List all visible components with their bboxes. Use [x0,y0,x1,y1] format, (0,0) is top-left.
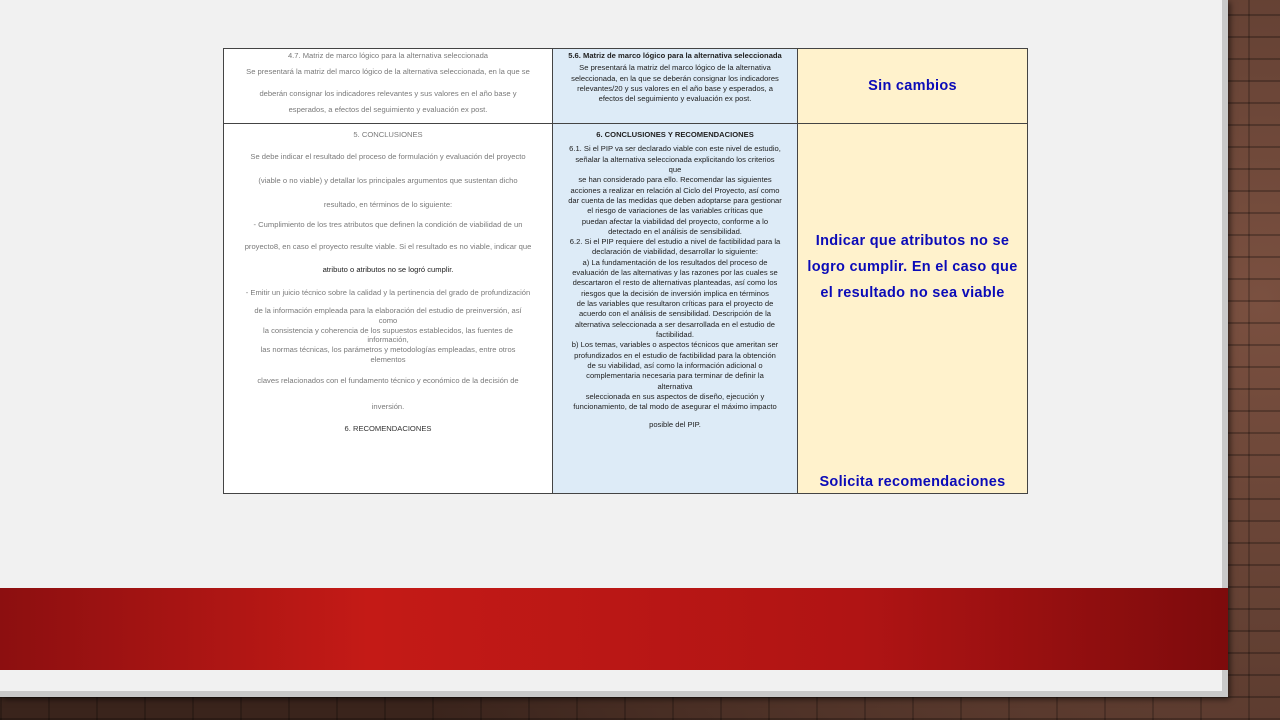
cell-text: (viable o no viable) y detallar los prin… [258,175,518,185]
comment-line: Indicar que atributos no se [815,233,1010,249]
cell-text: proyecto8, en caso el proyecto resulte v… [244,242,532,252]
cell-text: profundizados en el estudio de factibili… [574,350,776,360]
cell-text: a) La fundamentación de los resultados d… [582,257,768,267]
cell-text: detectado en el análisis de sensibilidad… [608,226,742,236]
comment-text: Sin cambios [868,77,957,94]
comparison-table: 4.7. Matriz de marco lógico para la alte… [223,48,1028,494]
cell-text: Se presentará la matriz del marco lógico… [579,63,771,73]
cell-text: de su viabilidad, así como la informació… [587,360,763,370]
cell-text: como [378,315,398,325]
old-text-cell: 4.7. Matriz de marco lógico para la alte… [223,48,553,124]
new-text-cell: 5.6. Matriz de marco lógico para la alte… [552,48,798,124]
comment-cell: Sin cambios [797,48,1028,124]
cell-text: acciones a realizar en relación al Ciclo… [570,185,780,195]
cell-text: la consistencia y coherencia de los supu… [263,325,513,335]
cell-text: Se debe indicar el resultado del proceso… [250,151,526,161]
cell-text: declaración de viabilidad, desarrollar l… [592,247,758,257]
old-text-cell: 5. CONCLUSIONES Se debe indicar el resul… [223,123,553,494]
cell-text: posible del PIP. [649,420,701,430]
table-row: 4.7. Matriz de marco lógico para la alte… [223,48,1028,124]
cell-text: seleccionada, en la que se deberán consi… [571,73,779,83]
cell-text: seleccionada en sus aspectos de diseño, … [585,391,765,401]
cell-text: alternativa [657,381,693,391]
cell-text: alternativa seleccionada a ser desarroll… [574,319,776,329]
cell-text: acuerdo con el análisis de sensibilidad.… [578,309,772,319]
cell-text: relevantes/20 y sus valores en el año ba… [577,83,773,93]
cell-text: puedan afectar la viabilidad del proyect… [581,216,769,226]
comment-line: el resultado no sea viable [820,285,1005,302]
cell-text: las normas técnicas, los parámetros y me… [260,345,516,355]
cell-text: el riesgo de variaciones de las variable… [587,206,763,216]
cell-text: que [668,164,682,174]
red-footer-band [0,588,1228,670]
cell-text: riesgos que la decisión de inversión imp… [581,288,769,298]
cell-text: efectos del seguimiento y evaluación ex … [598,94,752,103]
cell-text: información, [367,335,409,345]
cell-heading: 6. CONCLUSIONES Y RECOMENDACIONES [596,130,754,139]
cell-text: de las variables que resultaron críticas… [576,299,774,308]
cell-heading: 4.7. Matriz de marco lógico para la alte… [287,51,489,60]
cell-text: funcionamiento, de tal modo de asegurar … [573,402,777,412]
cell-text: inversión. [371,401,405,411]
cell-heading: 5. CONCLUSIONES [353,130,423,139]
cell-heading: 5.6. Matriz de marco lógico para la alte… [568,51,782,60]
cell-text: factibilidad. [656,329,694,339]
cell-text: esperados, a efectos del seguimiento y e… [288,104,488,114]
new-text-cell: 6. CONCLUSIONES Y RECOMENDACIONES 6.1. S… [552,123,798,494]
cell-text: descartaron el resto de alternativas pla… [572,278,778,288]
cell-text: - Emitir un juicio técnico sobre la cali… [245,288,531,298]
cell-heading: 6. RECOMENDACIONES [344,423,432,433]
cell-text: dar cuenta de las medidas que deben adop… [568,195,782,205]
table-row: 5. CONCLUSIONES Se debe indicar el resul… [223,123,1028,494]
comment-text: Indicar que atributos no se logro cumpli… [799,228,1027,306]
cell-text: - Cumplimiento de los tres atributos que… [253,220,523,230]
comment-cell: Indicar que atributos no se logro cumpli… [797,123,1028,494]
cell-text: de la información empleada para la elabo… [254,305,522,315]
cell-text: atributo o atributos no se logró cumplir… [322,265,454,275]
comment-text: Solicita recomendaciones [819,474,1006,490]
cell-text: b) Los temas, variables o aspectos técni… [571,340,779,350]
cell-text: se han considerado para ello. Recomendar… [578,175,772,185]
cell-text: 6.1. Si el PIP va ser declarado viable c… [569,144,781,154]
cell-text: deberán consignar los indicadores releva… [259,88,517,98]
cell-text: elementos [370,355,406,365]
comment-line: logro cumplir. En el caso que [807,259,1018,276]
cell-text: Se presentará la matriz del marco lógico… [246,67,530,77]
cell-text: complementaria necesaria para terminar d… [586,371,764,381]
cell-text: 6.2. Si el PIP requiere del estudio a ni… [569,237,781,247]
cell-text: señalar la alternativa seleccionada expl… [575,154,775,164]
cell-text: claves relacionados con el fundamento té… [257,376,519,386]
cell-text: evaluación de las alternativas y las raz… [572,268,778,278]
cell-text: resultado, en términos de lo siguiente: [323,199,453,209]
